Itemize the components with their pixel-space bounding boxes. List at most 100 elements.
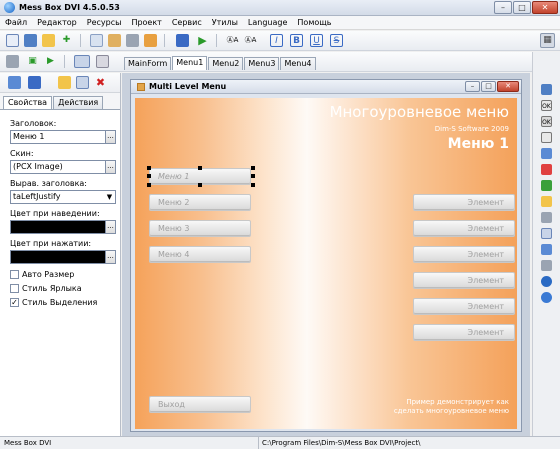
- underline-icon[interactable]: U: [310, 34, 323, 47]
- settings-icon[interactable]: [96, 55, 109, 68]
- hover-color-field[interactable]: ...: [10, 220, 116, 234]
- add-icon[interactable]: ✚: [60, 34, 73, 47]
- menu-resources[interactable]: Ресурсы: [82, 18, 127, 27]
- play-icon[interactable]: ▶: [196, 34, 209, 47]
- paint-icon[interactable]: [108, 34, 121, 47]
- menu-editor[interactable]: Редактор: [32, 18, 82, 27]
- press-color-edit-button[interactable]: ...: [105, 250, 116, 264]
- selection-handle[interactable]: [251, 166, 255, 170]
- form-maximize-button[interactable]: □: [481, 81, 496, 92]
- options-icon[interactable]: ▦: [540, 33, 555, 48]
- hover-color-edit-button[interactable]: ...: [105, 220, 116, 234]
- link-icon[interactable]: [28, 76, 41, 89]
- menu-help[interactable]: Помощь: [292, 18, 336, 27]
- selection-handle[interactable]: [147, 166, 151, 170]
- new-icon[interactable]: [6, 34, 19, 47]
- tab-menu3[interactable]: Menu3: [244, 57, 280, 70]
- menu3-button[interactable]: Меню 3: [149, 220, 251, 237]
- import-icon[interactable]: [6, 55, 19, 68]
- element-button-5[interactable]: Элемент: [413, 298, 515, 315]
- tab-mainform[interactable]: MainForm: [124, 57, 172, 70]
- selection-handle[interactable]: [198, 166, 202, 170]
- minimize-button[interactable]: –: [494, 1, 512, 14]
- maximize-button[interactable]: □: [513, 1, 531, 14]
- tab-menu2[interactable]: Menu2: [208, 57, 244, 70]
- tab-properties[interactable]: Свойства: [3, 96, 53, 109]
- menu-file[interactable]: Файл: [0, 18, 32, 27]
- save-icon[interactable]: [24, 34, 37, 47]
- tab-menu1[interactable]: Menu1: [172, 56, 208, 70]
- element-button-6[interactable]: Элемент: [413, 324, 515, 341]
- page-icon[interactable]: [90, 34, 103, 47]
- bold-icon[interactable]: B: [290, 34, 303, 47]
- checkbox-box[interactable]: [10, 283, 19, 293]
- checkbox-component-icon[interactable]: [541, 132, 552, 143]
- exit-button[interactable]: Выход: [149, 396, 251, 413]
- label-component-icon[interactable]: [541, 84, 552, 95]
- form-minimize-button[interactable]: –: [465, 81, 480, 92]
- delete-icon[interactable]: ✖: [94, 76, 107, 89]
- toolbar-separator: [80, 34, 81, 47]
- ok-button-component-icon[interactable]: OK: [541, 100, 552, 111]
- copy-icon[interactable]: [58, 76, 71, 89]
- element-button-1[interactable]: Элемент: [413, 194, 515, 211]
- selection-handle[interactable]: [251, 174, 255, 178]
- press-color-field[interactable]: ...: [10, 250, 116, 264]
- folder-component-icon[interactable]: [541, 196, 552, 207]
- form-close-button[interactable]: ✕: [497, 81, 519, 92]
- align-select[interactable]: taLeftJustify ▼: [10, 190, 116, 204]
- form-icon[interactable]: [74, 55, 90, 68]
- element-button-2[interactable]: Элемент: [413, 220, 515, 237]
- button-component-icon[interactable]: OK: [541, 116, 552, 127]
- menu-project[interactable]: Проект: [126, 18, 166, 27]
- checkbox-selection-style[interactable]: ✓ Стиль Выделения: [10, 297, 120, 307]
- menu-service[interactable]: Сервис: [167, 18, 207, 27]
- caption-label: Заголовок:: [10, 119, 57, 128]
- checkbox-box[interactable]: [10, 269, 19, 279]
- checkbox-auto-size[interactable]: Авто Размер: [10, 269, 120, 279]
- strikeout-icon[interactable]: S: [330, 34, 343, 47]
- close-button[interactable]: ✕: [532, 1, 558, 14]
- shape-component-icon[interactable]: [541, 164, 552, 175]
- caption-edit-button[interactable]: ...: [105, 130, 116, 144]
- checkbox-box-checked[interactable]: ✓: [10, 297, 19, 307]
- menu4-button[interactable]: Меню 4: [149, 246, 251, 263]
- grid-component-icon[interactable]: [541, 244, 552, 255]
- tools-icon[interactable]: [126, 34, 139, 47]
- skin-field[interactable]: (PCX Image) ...: [10, 160, 116, 174]
- selection-handle[interactable]: [198, 183, 202, 187]
- package-icon[interactable]: [144, 34, 157, 47]
- menu-utils[interactable]: Утилы: [207, 18, 243, 27]
- element-button-4[interactable]: Элемент: [413, 272, 515, 289]
- chevron-down-icon[interactable]: ▼: [104, 191, 115, 203]
- edit-component-icon[interactable]: [541, 228, 552, 239]
- font-size-icon[interactable]: ⒶA: [244, 34, 257, 47]
- open-icon[interactable]: [42, 34, 55, 47]
- designer-workspace: Multi Level Menu – □ ✕ Многоуровневое ме…: [122, 73, 530, 436]
- selection-handle[interactable]: [147, 174, 151, 178]
- tab-actions[interactable]: Действия: [53, 96, 104, 109]
- globe-component-icon[interactable]: [541, 276, 552, 287]
- checkbox-label-style[interactable]: Стиль Ярлыка: [10, 283, 120, 293]
- italic-icon[interactable]: I: [270, 34, 283, 47]
- selection-handle[interactable]: [251, 183, 255, 187]
- menu2-button[interactable]: Меню 2: [149, 194, 251, 211]
- font-icon[interactable]: ⒶA: [226, 34, 239, 47]
- caption-field[interactable]: Меню 1 ...: [10, 130, 116, 144]
- save-green-icon[interactable]: ▣: [26, 55, 39, 68]
- tree-icon[interactable]: [8, 76, 21, 89]
- stop-icon[interactable]: [176, 34, 189, 47]
- selection-handle[interactable]: [147, 183, 151, 187]
- skin-edit-button[interactable]: ...: [105, 160, 116, 174]
- media-component-icon[interactable]: [541, 292, 552, 303]
- menu-language[interactable]: Language: [243, 18, 292, 27]
- form-note-line2: сделать многоуровневое меню: [393, 407, 509, 415]
- list-component-icon[interactable]: [541, 212, 552, 223]
- image-component-icon[interactable]: [541, 180, 552, 191]
- element-button-3[interactable]: Элемент: [413, 246, 515, 263]
- run-icon[interactable]: ▶: [44, 55, 57, 68]
- tab-menu4[interactable]: Menu4: [280, 57, 316, 70]
- paste-icon[interactable]: [76, 76, 89, 89]
- panel-component-icon[interactable]: [541, 148, 552, 159]
- timer-component-icon[interactable]: [541, 260, 552, 271]
